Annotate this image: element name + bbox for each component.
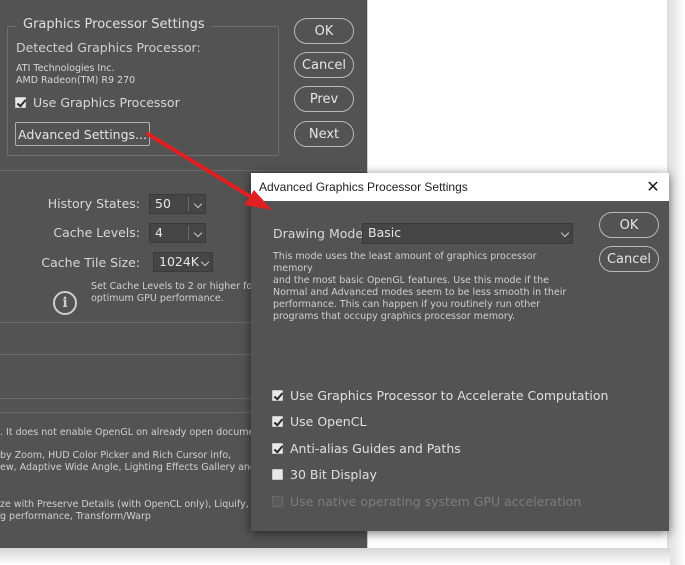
dialog-ok-button[interactable]: OK: [599, 212, 659, 238]
gpu-vendor: ATI Technologies Inc.: [16, 63, 115, 74]
description-line: and the most basic OpenGL features. Use …: [273, 275, 549, 286]
cache-levels-select[interactable]: 4: [149, 223, 206, 243]
anti-alias-checkbox[interactable]: [272, 443, 283, 454]
drawing-mode-description: This mode uses the least amount of graph…: [273, 251, 573, 323]
anti-alias-label: Anti-alias Guides and Paths: [290, 441, 461, 456]
next-button[interactable]: Next: [294, 121, 354, 147]
cache-levels-value: 4: [155, 225, 163, 240]
dialog-cancel-button[interactable]: Cancel: [599, 246, 659, 272]
30-bit-display-checkbox[interactable]: [272, 469, 283, 480]
drawing-mode-value: Basic: [368, 225, 402, 240]
bg-description-line: ze with Preserve Details (with OpenCL on…: [0, 499, 249, 510]
window-shadow: [667, 0, 685, 565]
cache-note-line1: Set Cache Levels to 2 or higher for: [91, 281, 257, 292]
chevron-down-icon: [193, 228, 203, 238]
ok-button[interactable]: OK: [294, 18, 354, 44]
bg-description-line: ew, Adaptive Wide Angle, Lighting Effect…: [0, 462, 271, 473]
gpu-model: AMD Radeon(TM) R9 270: [16, 75, 136, 86]
section-divider: [0, 412, 260, 413]
chevron-down-icon: [200, 257, 210, 267]
chevron-down-icon: [193, 199, 203, 209]
accelerate-computation-checkbox[interactable]: [272, 390, 283, 401]
section-divider: [0, 398, 260, 399]
bg-description-line: . It does not enable OpenGL on already o…: [0, 427, 265, 438]
use-gpu-checkbox[interactable]: [15, 97, 26, 108]
history-states-value: 50: [155, 196, 171, 211]
section-divider: [0, 322, 260, 323]
prev-button[interactable]: Prev: [294, 86, 354, 112]
advanced-gpu-settings-dialog: Advanced Graphics Processor Settings ✕ D…: [251, 173, 669, 531]
drawing-mode-select[interactable]: Basic: [362, 223, 573, 244]
history-states-select[interactable]: 50: [149, 194, 206, 214]
accelerate-computation-label: Use Graphics Processor to Accelerate Com…: [290, 388, 609, 403]
advanced-settings-button[interactable]: Advanced Settings...: [15, 122, 150, 146]
cache-note-line2: optimum GPU performance.: [91, 293, 224, 304]
bg-description-line: g performance, Transform/Warp: [0, 511, 151, 522]
cache-levels-label: Cache Levels:: [53, 225, 140, 240]
30-bit-display-label: 30 Bit Display: [290, 467, 377, 482]
use-gpu-label: Use Graphics Processor: [33, 95, 180, 110]
description-line: programs that occupy graphics processor …: [273, 311, 516, 322]
history-states-label: History States:: [47, 196, 140, 211]
native-gpu-acceleration-checkbox: [272, 496, 283, 507]
description-line: This mode uses the least amount of graph…: [273, 251, 537, 274]
detected-gpu-label: Detected Graphics Processor:: [16, 40, 201, 55]
close-icon[interactable]: ✕: [643, 177, 663, 197]
gpu-settings-legend: Graphics Processor Settings: [17, 17, 211, 32]
cancel-button[interactable]: Cancel: [294, 52, 354, 78]
bg-description-line: by Zoom, HUD Color Picker and Rich Curso…: [0, 450, 232, 461]
dialog-title: Advanced Graphics Processor Settings: [259, 180, 468, 194]
cache-tile-size-select[interactable]: 1024K: [153, 252, 213, 272]
use-opencl-label: Use OpenCL: [290, 414, 367, 429]
section-divider: [0, 354, 260, 355]
description-line: performance. This can happen if you rout…: [273, 299, 540, 310]
description-line: Normal and Advanced modes seem to be les…: [273, 287, 567, 298]
native-gpu-acceleration-label: Use native operating system GPU accelera…: [290, 494, 582, 509]
info-icon: i: [53, 291, 77, 315]
cache-tile-size-value: 1024K: [159, 254, 200, 269]
dialog-titlebar: Advanced Graphics Processor Settings ✕: [251, 173, 669, 201]
section-divider: [0, 170, 367, 171]
drawing-mode-label: Drawing Mode:: [273, 226, 368, 241]
chevron-down-icon: [560, 228, 570, 238]
use-opencl-checkbox[interactable]: [272, 416, 283, 427]
window-shadow-bottom: [0, 548, 670, 565]
cache-tile-size-label: Cache Tile Size:: [41, 255, 140, 270]
